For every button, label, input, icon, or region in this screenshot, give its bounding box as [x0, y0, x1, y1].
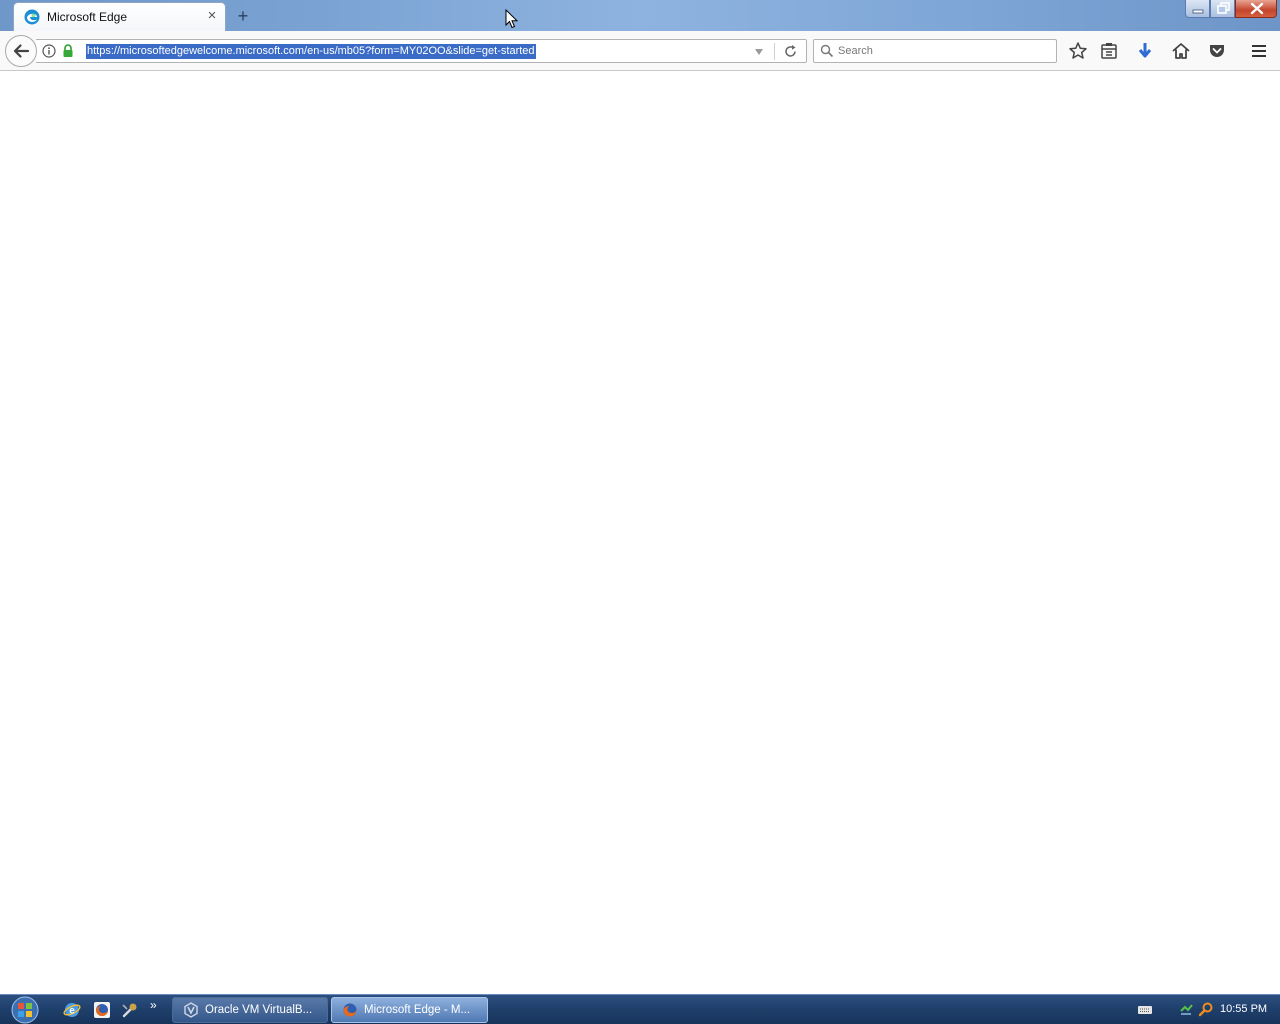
- virtualbox-icon: [184, 1002, 198, 1018]
- download-icon[interactable]: [1134, 40, 1156, 62]
- search-bar[interactable]: [813, 39, 1057, 63]
- edge-icon: [24, 9, 40, 25]
- search-input[interactable]: [838, 43, 1048, 59]
- more-chevron-icon[interactable]: »: [150, 998, 164, 1016]
- lock-icon[interactable]: [62, 43, 74, 59]
- ie-icon[interactable]: e: [63, 1001, 81, 1019]
- tab-title: Microsoft Edge: [47, 10, 128, 24]
- mouse-cursor-icon: [505, 9, 519, 29]
- info-icon[interactable]: [42, 44, 56, 58]
- address-bar[interactable]: https://microsoftedgewelcome.microsoft.c…: [36, 39, 807, 63]
- tab-microsoft-edge[interactable]: Microsoft Edge ×: [13, 2, 226, 31]
- search-icon[interactable]: [1198, 1001, 1214, 1017]
- url-text[interactable]: https://microsoftedgewelcome.microsoft.c…: [86, 44, 536, 59]
- dropdown-arrow-icon[interactable]: [752, 45, 766, 59]
- back-arrow-icon: [13, 44, 30, 58]
- minimize-button[interactable]: [1185, 0, 1210, 18]
- new-tab-button[interactable]: +: [233, 6, 253, 26]
- network-icon[interactable]: [1178, 1001, 1194, 1017]
- keyboard-icon[interactable]: [1137, 1003, 1153, 1017]
- home-icon[interactable]: [1170, 40, 1192, 62]
- close-button[interactable]: [1235, 0, 1277, 18]
- tab-close-icon[interactable]: ×: [204, 8, 220, 24]
- firefox-icon[interactable]: [93, 1001, 111, 1019]
- search-icon: [820, 44, 834, 58]
- page-content[interactable]: [0, 71, 1280, 994]
- bookmark-star-icon[interactable]: [1067, 40, 1089, 62]
- pocket-icon[interactable]: [1206, 40, 1228, 62]
- minimize-icon: [1192, 9, 1204, 14]
- restore-icon: [1217, 2, 1230, 14]
- taskbar-item-label: Oracle VM VirtualB...: [205, 1004, 313, 1016]
- navigation-bar: https://microsoftedgewelcome.microsoft.c…: [0, 31, 1280, 71]
- reading-list-icon[interactable]: [1098, 40, 1120, 62]
- svg-text:e: e: [69, 1006, 75, 1017]
- reload-icon[interactable]: [782, 43, 799, 60]
- tool-icon[interactable]: [121, 1001, 139, 1019]
- close-icon: [1250, 2, 1264, 15]
- clock[interactable]: 10:55 PM: [1220, 1003, 1267, 1015]
- taskbar: e » Oracle VM VirtualB... Microsoft Edge…: [0, 994, 1280, 1024]
- maximize-button[interactable]: [1210, 0, 1235, 18]
- start-button[interactable]: [6, 995, 44, 1024]
- firefox-icon: [343, 1003, 357, 1017]
- taskbar-item-label: Microsoft Edge - M...: [364, 1004, 471, 1016]
- taskbar-item-virtualbox[interactable]: Oracle VM VirtualB...: [172, 997, 328, 1023]
- hamburger-menu-icon[interactable]: [1248, 40, 1270, 62]
- back-button[interactable]: [5, 35, 37, 67]
- title-bar: Microsoft Edge × +: [0, 0, 1280, 31]
- taskbar-item-microsoft-edge[interactable]: Microsoft Edge - M...: [331, 997, 488, 1023]
- divider: [774, 43, 775, 60]
